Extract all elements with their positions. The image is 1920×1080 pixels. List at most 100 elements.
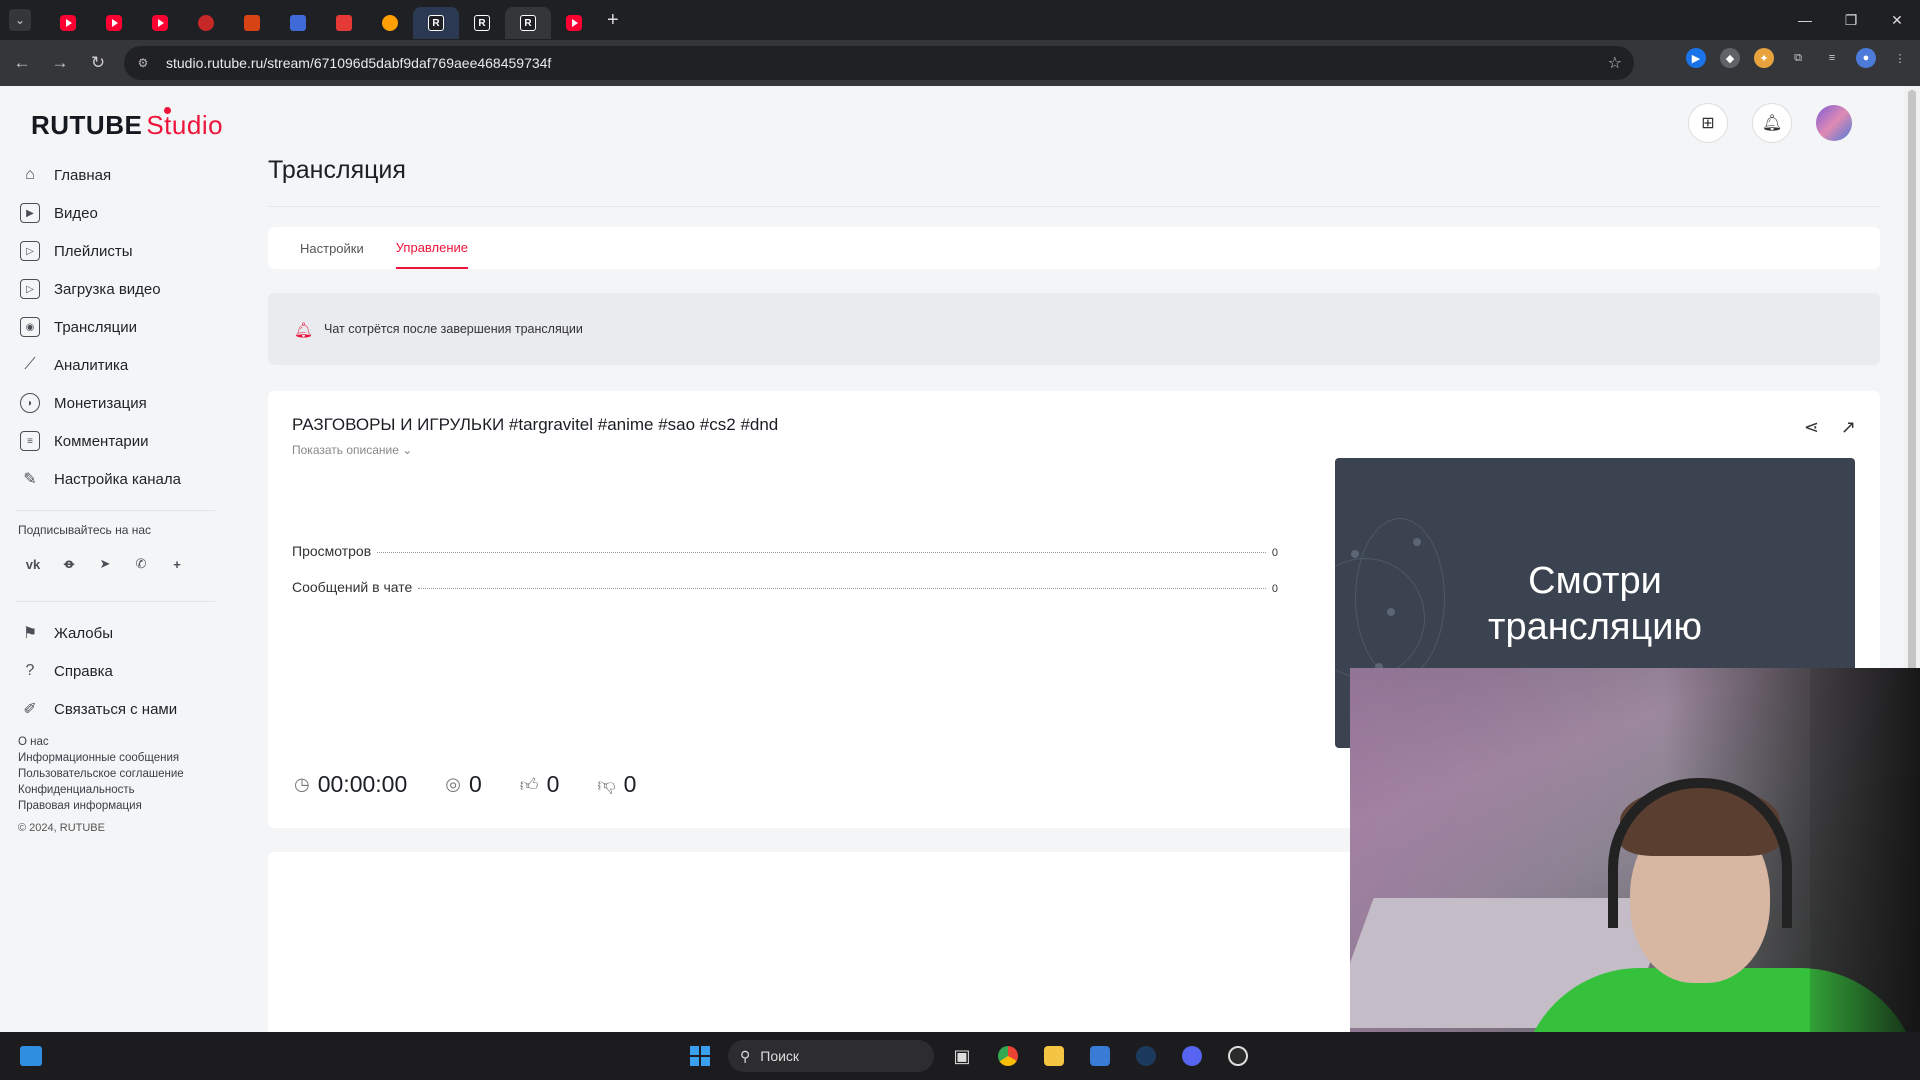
viber-icon[interactable]: ✆ — [130, 553, 152, 575]
dislikes-value: 0 — [623, 771, 637, 797]
upload-icon: ▷ — [20, 279, 40, 299]
browser-tab[interactable] — [229, 7, 275, 39]
rutube-studio-logo[interactable]: RUTUBE Studio — [31, 107, 224, 141]
sidebar-item-broadcasts[interactable]: ◉ Трансляции — [0, 308, 220, 346]
forward-icon[interactable]: → — [44, 47, 76, 79]
reload-icon[interactable]: ↻ — [82, 47, 114, 79]
sidebar-item-video[interactable]: ▶ Видео — [0, 194, 220, 232]
chrome-icon[interactable] — [990, 1038, 1026, 1074]
site-info-icon[interactable]: ⚙ — [136, 56, 150, 70]
tab-settings[interactable]: Настройки — [300, 227, 364, 269]
discord-icon[interactable] — [1174, 1038, 1210, 1074]
rutube-icon: R — [428, 15, 444, 31]
address-bar[interactable]: ⚙ studio.rutube.ru/stream/671096d5dabf9d… — [124, 46, 1634, 80]
sidebar-item-label: Связаться с нами — [54, 700, 178, 718]
browser-tab-active[interactable]: R — [505, 7, 551, 39]
browser-tab[interactable] — [551, 7, 597, 39]
external-link-icon[interactable]: ↗ — [1841, 417, 1856, 438]
footer-link-info[interactable]: Информационные сообщения — [18, 750, 220, 766]
file-explorer-icon[interactable] — [1036, 1038, 1072, 1074]
browser-tab[interactable] — [321, 7, 367, 39]
bookmark-star-icon[interactable]: ☆ — [1608, 53, 1622, 73]
sidebar-item-label: Видео — [54, 204, 98, 222]
steam-icon[interactable] — [1128, 1038, 1164, 1074]
obs-icon[interactable] — [1220, 1038, 1256, 1074]
stat-leader — [418, 588, 1266, 589]
copyright: © 2024, RUTUBE — [18, 822, 105, 834]
browser-tab[interactable]: R — [459, 7, 505, 39]
new-tab-button[interactable]: + — [607, 9, 619, 32]
taskbar-search[interactable]: ⚲ Поиск — [728, 1040, 934, 1072]
telegram-icon[interactable]: ➤ — [94, 553, 116, 575]
browser-tab[interactable] — [137, 7, 183, 39]
sidebar-item-help[interactable]: ? Справка — [0, 652, 220, 690]
browser-tab[interactable]: R — [413, 7, 459, 39]
footer-link-about[interactable]: О нас — [18, 734, 220, 750]
browser-tab[interactable] — [91, 7, 137, 39]
show-description-label: Показать описание — [292, 443, 399, 457]
extensions-area: ▶ ◆ ✦ ⧉ ≡ ● ⋮ — [1686, 48, 1910, 68]
start-button[interactable] — [682, 1038, 718, 1074]
preview-caption: Смотри трансляцию — [1335, 558, 1855, 650]
sidebar-item-label: Плейлисты — [54, 242, 133, 260]
profile-icon[interactable]: ● — [1856, 48, 1876, 68]
close-icon[interactable]: ✕ — [1874, 0, 1920, 40]
logo-main: RUTUBE — [31, 110, 143, 140]
widgets-icon[interactable] — [20, 1046, 42, 1066]
rutube-icon: R — [520, 15, 536, 31]
tab-management[interactable]: Управление — [395, 227, 469, 269]
sidebar-item-comments[interactable]: ≡ Комментарии — [0, 422, 220, 460]
notifications-button[interactable]: 🔔︎ — [1752, 103, 1792, 143]
url-text[interactable]: studio.rutube.ru/stream/671096d5dabf9daf… — [166, 55, 551, 71]
browser-tab[interactable] — [275, 7, 321, 39]
sidebar-item-upload[interactable]: ▷ Загрузка видео — [0, 270, 220, 308]
plus-icon[interactable]: + — [166, 553, 188, 575]
header-actions: ⊞ 🔔︎ — [1688, 103, 1852, 143]
extension-icon[interactable]: ▶ — [1686, 48, 1706, 68]
thumbs-up-icon: 👍︎ — [519, 774, 539, 795]
plus-square-icon: ⊞ — [1701, 115, 1715, 132]
browser-tab[interactable] — [367, 7, 413, 39]
sidebar-item-label: Главная — [54, 166, 112, 184]
stat-leader — [377, 552, 1266, 553]
extension-icon[interactable]: ✦ — [1754, 48, 1774, 68]
social-links: vk ꝋ ➤ ✆ + — [0, 553, 220, 575]
sidebar-item-home[interactable]: ⌂ Главная — [0, 156, 220, 194]
add-content-button[interactable]: ⊞ — [1688, 103, 1728, 143]
footer-link-privacy[interactable]: Конфиденциальность — [18, 782, 220, 798]
stat-label: Сообщений в чате — [292, 579, 413, 595]
sidebar-item-monetization[interactable]: ◗ Монетизация — [0, 384, 220, 422]
cube-icon — [244, 15, 260, 31]
browser-tab[interactable] — [183, 7, 229, 39]
windows-logo-icon — [690, 1046, 710, 1066]
footer-link-legal[interactable]: Правовая информация — [18, 798, 220, 814]
media-icon[interactable]: ≡ — [1822, 48, 1842, 68]
ok-icon[interactable]: ꝋ — [58, 553, 80, 575]
avatar[interactable] — [1816, 105, 1852, 141]
share-icon[interactable]: ⋖ — [1804, 417, 1819, 438]
taskbar-apps: ⚲ Поиск ▣ — [682, 1038, 1256, 1074]
task-view-icon[interactable]: ▣ — [944, 1038, 980, 1074]
restore-icon[interactable]: ❐ — [1828, 0, 1874, 40]
menu-icon[interactable]: ⋮ — [1890, 48, 1910, 68]
alert-bell-icon: 🔔︎ — [294, 322, 314, 339]
minimize-icon[interactable]: — — [1782, 0, 1828, 40]
shield-icon[interactable]: ◆ — [1720, 48, 1740, 68]
back-icon[interactable]: ← — [6, 47, 38, 79]
store-icon[interactable] — [1082, 1038, 1118, 1074]
browser-tab[interactable] — [45, 7, 91, 39]
footer-link-agreement[interactable]: Пользовательское соглашение — [18, 766, 220, 782]
sidebar-item-channel-settings[interactable]: ✎ Настройка канала — [0, 460, 220, 498]
sidebar-item-analytics[interactable]: ⟋ Аналитика — [0, 346, 220, 384]
rutube-icon: R — [474, 15, 490, 31]
sidebar-item-complaints[interactable]: ⚑ Жалобы — [0, 614, 220, 652]
puzzle-icon[interactable]: ⧉ — [1788, 48, 1808, 68]
vk-icon[interactable]: vk — [22, 553, 44, 575]
preview-node — [1351, 550, 1359, 558]
logo-studio: Studio — [146, 110, 224, 140]
tab-search-button[interactable]: ⌄ — [9, 9, 31, 31]
sidebar-item-contact[interactable]: ✐ Связаться с нами — [0, 690, 220, 728]
sidebar: ⌂ Главная ▶ Видео ▷ Плейлисты ▷ Загрузка вид… — [0, 156, 220, 834]
sidebar-item-playlists[interactable]: ▷ Плейлисты — [0, 232, 220, 270]
show-description-toggle[interactable]: Показать описание ⌄ — [292, 443, 412, 457]
